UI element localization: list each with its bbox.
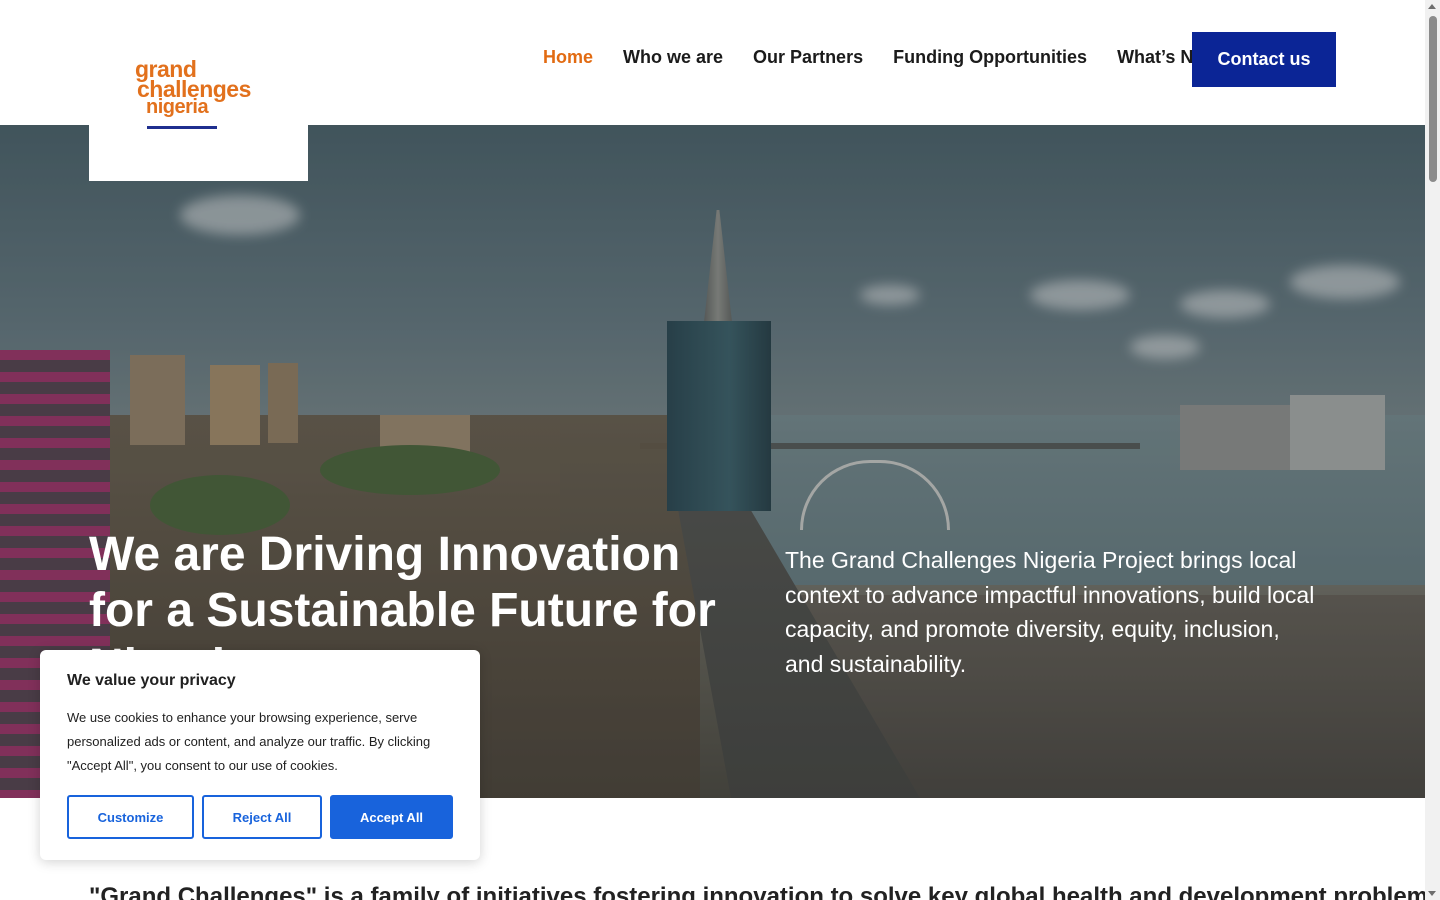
main-nav: Home Who we are Our Partners Funding Opp… <box>543 47 1247 68</box>
nav-home[interactable]: Home <box>543 47 593 68</box>
customize-button[interactable]: Customize <box>67 795 194 839</box>
scroll-down-icon[interactable] <box>1428 891 1436 896</box>
scroll-up-icon[interactable] <box>1428 4 1436 9</box>
logo-container[interactable]: grand challenges nigeria <box>89 0 308 181</box>
hero-description: The Grand Challenges Nigeria Project bri… <box>785 547 1315 677</box>
scrollbar-thumb[interactable] <box>1429 16 1437 182</box>
reject-all-button[interactable]: Reject All <box>202 795 322 839</box>
logo-line-nigeria: nigeria <box>146 96 209 118</box>
logo-underline <box>147 126 217 129</box>
contact-us-button[interactable]: Contact us <box>1192 32 1336 87</box>
cookie-text: We use cookies to enhance your browsing … <box>67 710 431 773</box>
accept-all-button[interactable]: Accept All <box>330 795 453 839</box>
site-logo[interactable]: grand challenges nigeria <box>135 54 265 134</box>
nav-our-partners[interactable]: Our Partners <box>753 47 863 68</box>
cookie-consent-banner: We value your privacy We use cookies to … <box>40 650 480 860</box>
intro-text: "Grand Challenges" is a family of initia… <box>89 883 1440 900</box>
nav-who-we-are[interactable]: Who we are <box>623 47 723 68</box>
cookie-title: We value your privacy <box>67 672 236 689</box>
nav-funding-opportunities[interactable]: Funding Opportunities <box>893 47 1087 68</box>
page-scrollbar[interactable] <box>1425 0 1440 900</box>
